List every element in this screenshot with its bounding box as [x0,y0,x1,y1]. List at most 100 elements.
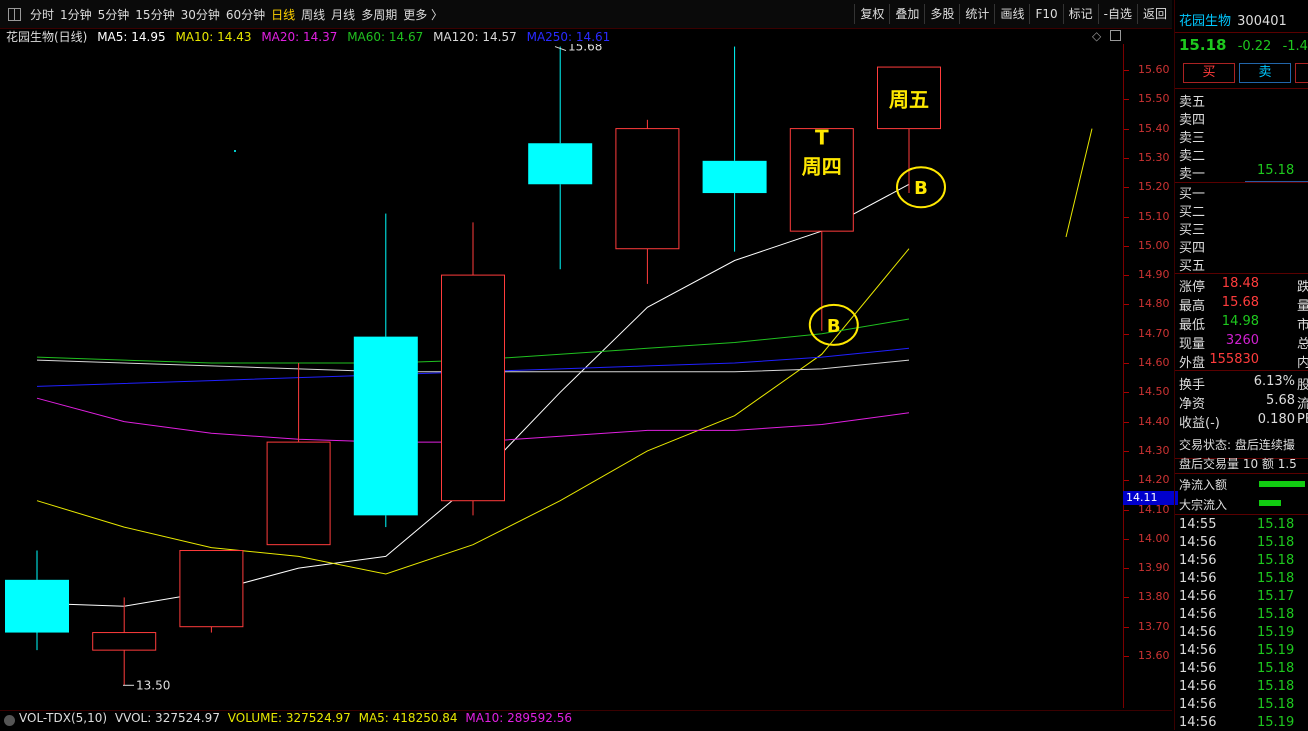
trade-row-5: 14:56 15.18 [1179,607,1295,622]
candle-body [441,274,505,502]
quote-panel: 花园生物 300401 15.18 -0.22 -1.43% 买 卖 卖五卖四卖… [1174,0,1308,730]
trade-row-10: 14:56 15.18 [1179,697,1295,712]
panel-toggle-icon[interactable] [8,8,21,21]
candle-body [5,579,69,633]
price-tick: 13.60 [1124,649,1170,662]
ask-row-1: 卖四 [1179,113,1206,128]
price-tick: 15.30 [1124,150,1170,164]
trade-row-9: 14:56 15.18 [1179,679,1295,694]
period-tab-8[interactable]: 月线 [331,6,355,23]
candle-body [92,632,157,651]
toolbar-button-0[interactable]: 复权 [854,4,889,24]
stock-header: 花园生物 300401 [1179,10,1287,29]
price-tick: 13.80 [1124,590,1170,604]
bid-row-1: 买二 [1179,205,1206,220]
toolbar-button-8[interactable]: 返回 [1136,4,1172,24]
net-inflow-label: 净流入额 [1179,478,1228,492]
vvol-value: VVOL: 327524.97 [114,711,220,725]
toolbar-button-4[interactable]: 画线 [994,4,1029,24]
vol-indicator-name[interactable]: VOL-TDX(5,10) [19,711,107,725]
ask-row-0: 卖五 [1179,95,1206,110]
trade-row-3: 14:56 15.18 [1179,571,1295,586]
toolbar-button-2[interactable]: 多股 [924,4,959,24]
price-tick: 14.60 [1124,356,1170,369]
trade-row-2: 14:56 15.18 [1179,553,1295,568]
volume-legend: VOL-TDX(5,10) VVOL: 327524.97 VOLUME: 32… [0,710,1172,731]
trade-row-8: 14:56 15.18 [1179,661,1295,676]
candle-body [615,128,680,250]
price-tick: 14.00 [1124,531,1170,545]
trade-row-0: 14:55 15.18 [1179,517,1295,532]
bid-row-0: 买一 [1179,187,1206,202]
toolbar-button-1[interactable]: 叠加 [889,4,924,24]
price-tick: 15.20 [1124,180,1170,194]
buy-button[interactable]: 买 [1183,63,1235,83]
price-tick: 14.40 [1124,414,1170,428]
volume-value: VOLUME: 327524.97 [227,711,351,725]
price-tick: 15.10 [1124,209,1170,223]
toolbar-right-buttons: 复权 叠加 多股 统计 画线 F10 标记 -自选 返回 [854,4,1172,24]
period-tab-2[interactable]: 5分钟 [98,6,130,23]
sell-button[interactable]: 卖 [1239,63,1291,83]
stat-row-0: 涨停18.48跌 [1179,276,1308,295]
annotation-text-1: 周四 [802,155,842,179]
trade-row-1: 14:56 15.18 [1179,535,1295,550]
toolbar-button-6[interactable]: 标记 [1062,4,1098,24]
ma250-label: MA250: 14.61 [526,30,611,44]
candle-body [266,441,331,546]
vol-ma10-value: MA10: 289592.56 [465,711,572,725]
order-button[interactable] [1295,63,1308,83]
vol-ma5-value: MA5: 418250.84 [358,711,458,725]
trade-status: 交易状态: 盘后连续撮 [1179,438,1295,452]
annotation-text-3: B [827,316,841,337]
indicator-menu-icon[interactable] [4,715,15,726]
stat2-row-1: 净资5.68流 [1179,393,1308,412]
period-tab-4[interactable]: 30分钟 [181,6,220,23]
candlestick-chart[interactable]: 15.68 13.50 T 周四 周五 B B [0,44,1120,708]
toolbar-button-5[interactable]: F10 [1029,4,1062,24]
price-tick: 14.90 [1124,268,1170,282]
ask-row-2: 卖三 [1179,131,1206,146]
period-tab-10[interactable]: 更多 〉 [403,6,443,23]
chart-title: 花园生物(日线) [6,30,88,44]
stat-row-3: 现量3260总 [1179,333,1308,352]
after-hours-volume: 盘后交易量 10 额 1.5 [1179,457,1297,471]
toolbar-button-7[interactable]: -自选 [1097,4,1137,24]
stat-row-4: 外盘155830内 [1179,352,1308,371]
period-tabs: 分时 1分钟 5分钟 15分钟 30分钟 60分钟 日线 周线 月线 多周期 更多 〉 [30,6,449,23]
diamond-icon[interactable]: ◇ [1092,29,1101,43]
ma10-label: MA10: 14.43 [175,30,252,44]
candle-body [179,550,244,628]
stat-row-1: 最高15.68量 [1179,295,1308,314]
period-tab-1[interactable]: 1分钟 [60,6,92,23]
trade-row-7: 14:56 15.19 [1179,643,1295,658]
ask-row-4: 卖一 15.18 [1179,163,1295,182]
max-price-label: 15.68 [568,44,602,54]
period-tab-0[interactable]: 分时 [30,6,54,23]
bid-row-3: 买四 [1179,241,1206,256]
stock-name: 花园生物 [1179,14,1232,29]
period-tab-6[interactable]: 日线 [271,6,295,23]
price-tick: 14.20 [1124,473,1170,487]
price-tick: 15.40 [1124,121,1170,135]
annotation-text-2: 周五 [889,87,929,111]
period-tab-9[interactable]: 多周期 [361,6,397,23]
toolbar-button-3[interactable]: 统计 [959,4,994,24]
price-tick: 14.50 [1124,385,1170,399]
price-row: 15.18 -0.22 -1.43% [1179,36,1308,54]
stock-code: 300401 [1237,14,1287,29]
period-tab-5[interactable]: 60分钟 [226,6,265,23]
candle-body [353,336,418,516]
period-tab-3[interactable]: 15分钟 [135,6,174,23]
ma-legend: 花园生物(日线) MA5: 14.95 MA10: 14.43 MA20: 14… [6,28,616,44]
period-tab-7[interactable]: 周线 [301,6,325,23]
bid-row-2: 买三 [1179,223,1206,238]
price-tick: 13.70 [1124,619,1170,633]
price-tick: 14.30 [1124,443,1170,457]
maximize-icon[interactable] [1110,30,1121,41]
last-price: 15.18 [1179,36,1227,54]
ma10-tail-line [1065,128,1093,238]
ask-row-3: 卖二 [1179,149,1206,164]
bid-row-4: 买五 [1179,259,1206,274]
block-inflow-label: 大宗流入 [1179,498,1228,512]
